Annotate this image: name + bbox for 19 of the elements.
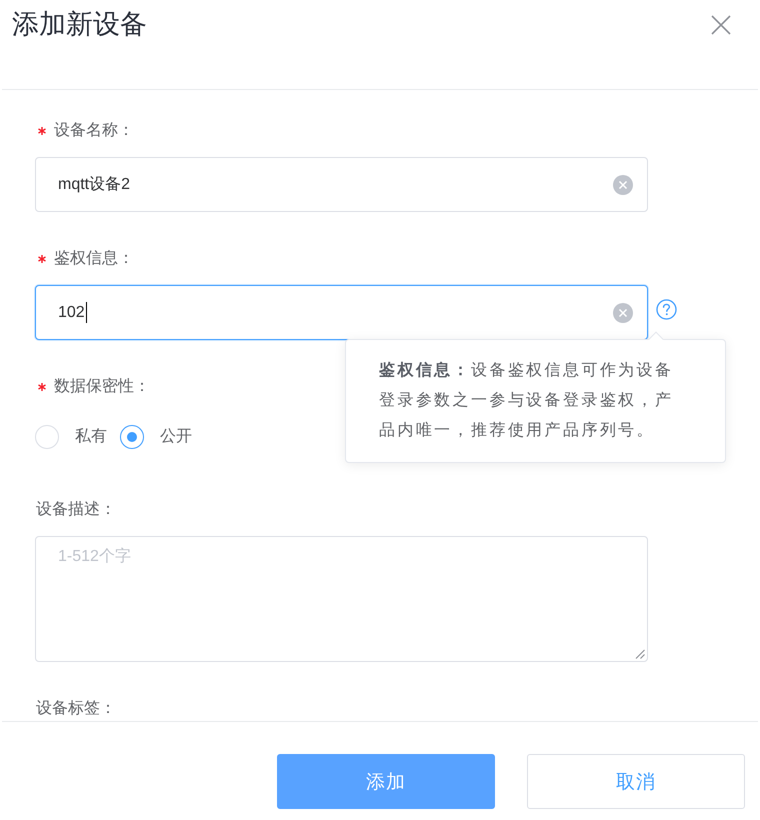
radio-label[interactable]: 公开 <box>160 427 192 447</box>
resize-handle-icon[interactable] <box>635 649 645 659</box>
clear-icon[interactable] <box>613 174 633 194</box>
field-label: 设备名称： <box>54 121 134 141</box>
clear-icon[interactable] <box>613 302 633 322</box>
field-label: 设备描述： <box>36 500 116 520</box>
field-label: 设备标签： <box>36 699 116 719</box>
field-label: 鉴权信息： <box>54 249 134 269</box>
close-icon[interactable] <box>711 15 731 35</box>
tooltip-text: 鉴权信息：设备鉴权信息可作为设备登录参数之一参与设备登录鉴权，产品内唯一，推荐使用产品序列号。 <box>379 360 674 441</box>
text-area[interactable]: 1-512个字 <box>35 536 648 662</box>
radio-button[interactable] <box>120 425 144 449</box>
help-icon[interactable] <box>656 299 677 320</box>
dialog-title: 添加新设备 <box>12 8 147 41</box>
text-cursor-icon <box>86 302 87 323</box>
field-label: 数据保密性： <box>54 377 150 397</box>
text-field[interactable]: mqtt设备2 <box>35 157 648 212</box>
radio-label[interactable]: 私有 <box>75 427 107 447</box>
text-field[interactable]: 102 <box>35 285 648 340</box>
